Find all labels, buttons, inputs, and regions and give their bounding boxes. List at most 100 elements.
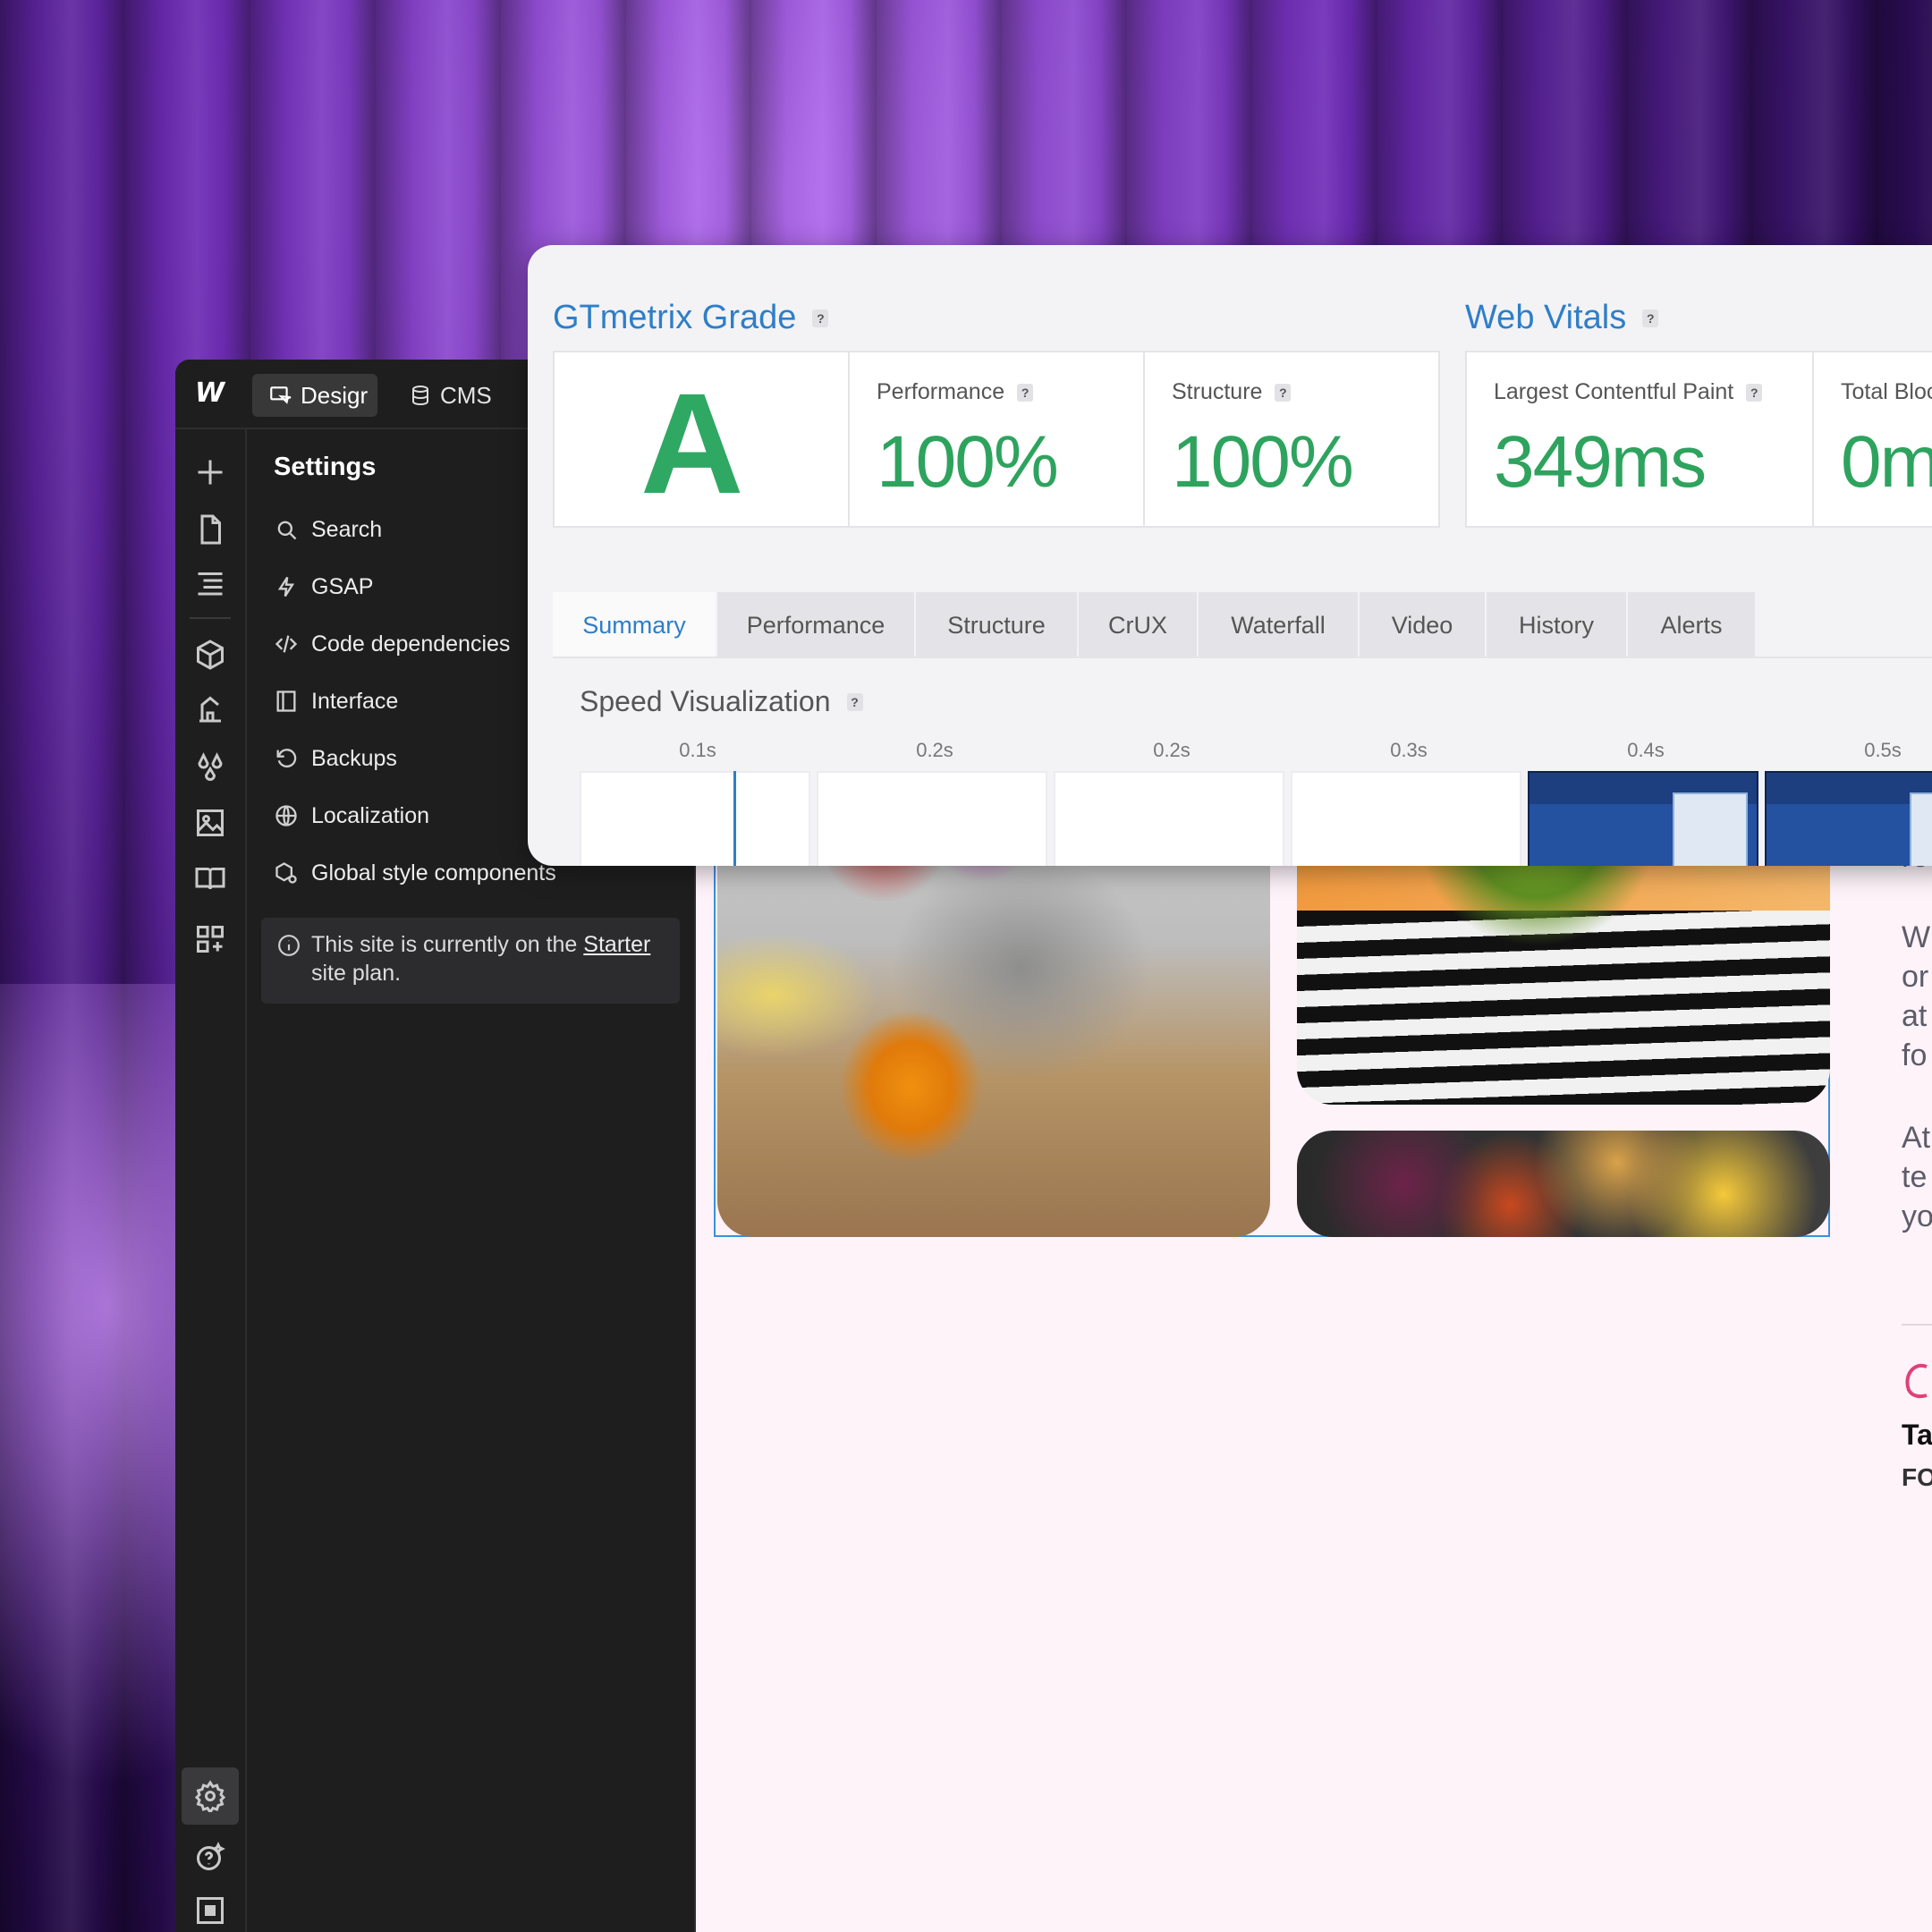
help-icon[interactable]: ? bbox=[1017, 383, 1034, 402]
body-text-fragment: te bbox=[1902, 1160, 1928, 1194]
lcp-marker-line bbox=[733, 771, 736, 866]
speed-visualization-title: Speed Visualization bbox=[580, 685, 831, 717]
decorative-heart-icon bbox=[1905, 1363, 1928, 1399]
pages-icon[interactable] bbox=[192, 512, 228, 547]
testimonial-name-fragment: Ta bbox=[1902, 1419, 1932, 1451]
tbt-card: Total Bloc 0m bbox=[1812, 351, 1932, 528]
settings-item-global-style-components[interactable]: Global style components bbox=[274, 855, 556, 891]
plan-notice-text: This site is currently on the bbox=[311, 932, 584, 957]
tab-design-label: Desigr bbox=[301, 381, 369, 409]
settings-item-code-dependencies[interactable]: Code dependencies bbox=[274, 626, 510, 662]
settings-item-backups[interactable]: Backups bbox=[274, 741, 397, 776]
filmstrip-frame[interactable] bbox=[1054, 771, 1284, 866]
report-tabs: Summary Performance Structure CrUX Water… bbox=[553, 592, 1757, 658]
tab-crux[interactable]: CrUX bbox=[1079, 592, 1199, 658]
sidebar-layout-icon bbox=[276, 691, 296, 712]
settings-item-gsap[interactable]: GSAP bbox=[274, 569, 373, 605]
apps-grid-icon[interactable] bbox=[192, 921, 228, 957]
tab-video[interactable]: Video bbox=[1360, 592, 1487, 658]
restore-icon bbox=[276, 749, 297, 768]
body-text-fragment: at bbox=[1902, 999, 1928, 1033]
testimonial-role-fragment: FO bbox=[1902, 1463, 1932, 1491]
tab-summary[interactable]: Summary bbox=[553, 592, 717, 658]
structure-label: Structure bbox=[1172, 379, 1263, 404]
tab-cms-label: CMS bbox=[440, 381, 492, 409]
assets-icon[interactable] bbox=[192, 805, 228, 841]
speed-visualization-heading: Speed Visualization ? bbox=[580, 685, 863, 718]
settings-item-label: Interface bbox=[311, 688, 399, 714]
variables-icon[interactable] bbox=[192, 692, 228, 728]
body-text-fragment: At bbox=[1902, 1121, 1931, 1155]
performance-value: 100% bbox=[877, 421, 1059, 503]
settings-item-label: Localization bbox=[311, 802, 430, 828]
web-vitals-heading: Web Vitals ? bbox=[1465, 299, 1659, 337]
lcp-value: 349ms bbox=[1494, 421, 1707, 503]
bolt-icon bbox=[277, 576, 295, 597]
help-icon[interactable]: ? bbox=[1642, 309, 1659, 327]
help-icon[interactable]: ? bbox=[846, 692, 863, 711]
styles-icon[interactable] bbox=[192, 750, 228, 785]
tab-history[interactable]: History bbox=[1487, 592, 1628, 658]
panel-title: Settings bbox=[274, 453, 377, 481]
tab-alerts[interactable]: Alerts bbox=[1628, 592, 1757, 658]
timeline-tick: 0.4s bbox=[1627, 739, 1665, 761]
tab-structure[interactable]: Structure bbox=[916, 592, 1079, 658]
timeline-tick: 0.1s bbox=[679, 739, 716, 761]
apps-book-icon[interactable] bbox=[192, 860, 228, 896]
tab-performance[interactable]: Performance bbox=[717, 592, 916, 658]
settings-item-label: GSAP bbox=[311, 573, 374, 599]
settings-item-localization[interactable]: Localization bbox=[274, 798, 429, 834]
timeline-tick: 0.2s bbox=[1153, 739, 1191, 761]
plan-notice-suffix: site plan. bbox=[311, 961, 402, 986]
gtmetrix-report-card: GTmetrix Grade ? Web Vitals ? A Performa… bbox=[528, 245, 1932, 866]
settings-gear-icon[interactable] bbox=[182, 1767, 239, 1825]
settings-item-label: Backups bbox=[311, 745, 397, 771]
performance-label: Performance bbox=[877, 379, 1005, 404]
tbt-label-row: Total Bloc bbox=[1841, 379, 1932, 405]
settings-item-label: Code dependencies bbox=[311, 631, 511, 657]
help-icon[interactable] bbox=[192, 1839, 228, 1875]
stop-square-icon[interactable] bbox=[192, 1893, 228, 1928]
left-toolbar bbox=[175, 429, 247, 1932]
grade-card: A bbox=[553, 351, 850, 528]
divider bbox=[1902, 1324, 1932, 1326]
info-icon bbox=[278, 935, 300, 956]
plan-notice: This site is currently on the Starter si… bbox=[261, 918, 680, 1004]
help-icon[interactable]: ? bbox=[1275, 383, 1292, 402]
settings-item-search[interactable]: Search bbox=[274, 512, 382, 547]
timeline-tick: 0.2s bbox=[916, 739, 953, 761]
filmstrip-frame[interactable] bbox=[1291, 771, 1521, 866]
tab-underline bbox=[553, 657, 1932, 658]
components-icon[interactable] bbox=[192, 637, 228, 673]
settings-item-interface[interactable]: Interface bbox=[274, 683, 398, 719]
filmstrip-frame-screenshot[interactable] bbox=[1765, 771, 1932, 866]
design-icon bbox=[270, 386, 292, 404]
web-vitals-title: Web Vitals bbox=[1465, 299, 1627, 336]
grade-letter: A bbox=[640, 363, 744, 523]
timeline-tick: 0.5s bbox=[1864, 739, 1902, 761]
tab-cms[interactable]: CMS bbox=[410, 374, 492, 417]
lcp-card: Largest Contentful Paint ? 349ms bbox=[1465, 351, 1814, 528]
tbt-label: Total Bloc bbox=[1841, 379, 1932, 404]
settings-item-label: Search bbox=[311, 516, 383, 542]
gtmetrix-grade-heading: GTmetrix Grade ? bbox=[553, 299, 829, 337]
body-text-fragment: or bbox=[1902, 960, 1929, 994]
filmstrip-frame-screenshot[interactable] bbox=[1528, 771, 1758, 866]
settings-item-label: Global style components bbox=[311, 860, 556, 886]
filmstrip-frame[interactable] bbox=[817, 771, 1047, 866]
tab-waterfall[interactable]: Waterfall bbox=[1199, 592, 1360, 658]
charcuterie-board-photo bbox=[1297, 1131, 1830, 1237]
webflow-logo-icon[interactable]: W bbox=[195, 380, 231, 407]
structure-card: Structure ? 100% bbox=[1143, 351, 1440, 528]
help-icon[interactable]: ? bbox=[812, 309, 829, 327]
starter-plan-link[interactable]: Starter bbox=[583, 932, 650, 957]
database-icon bbox=[412, 386, 428, 406]
structure-label-row: Structure ? bbox=[1172, 379, 1292, 405]
add-icon[interactable] bbox=[192, 454, 228, 490]
help-icon[interactable]: ? bbox=[1746, 383, 1763, 402]
tab-design[interactable]: Desigr bbox=[252, 374, 377, 417]
filmstrip-frame[interactable] bbox=[580, 771, 810, 866]
toolbar-divider bbox=[190, 617, 231, 619]
body-text-fragment: fo bbox=[1902, 1038, 1928, 1072]
navigator-icon[interactable] bbox=[192, 565, 228, 601]
